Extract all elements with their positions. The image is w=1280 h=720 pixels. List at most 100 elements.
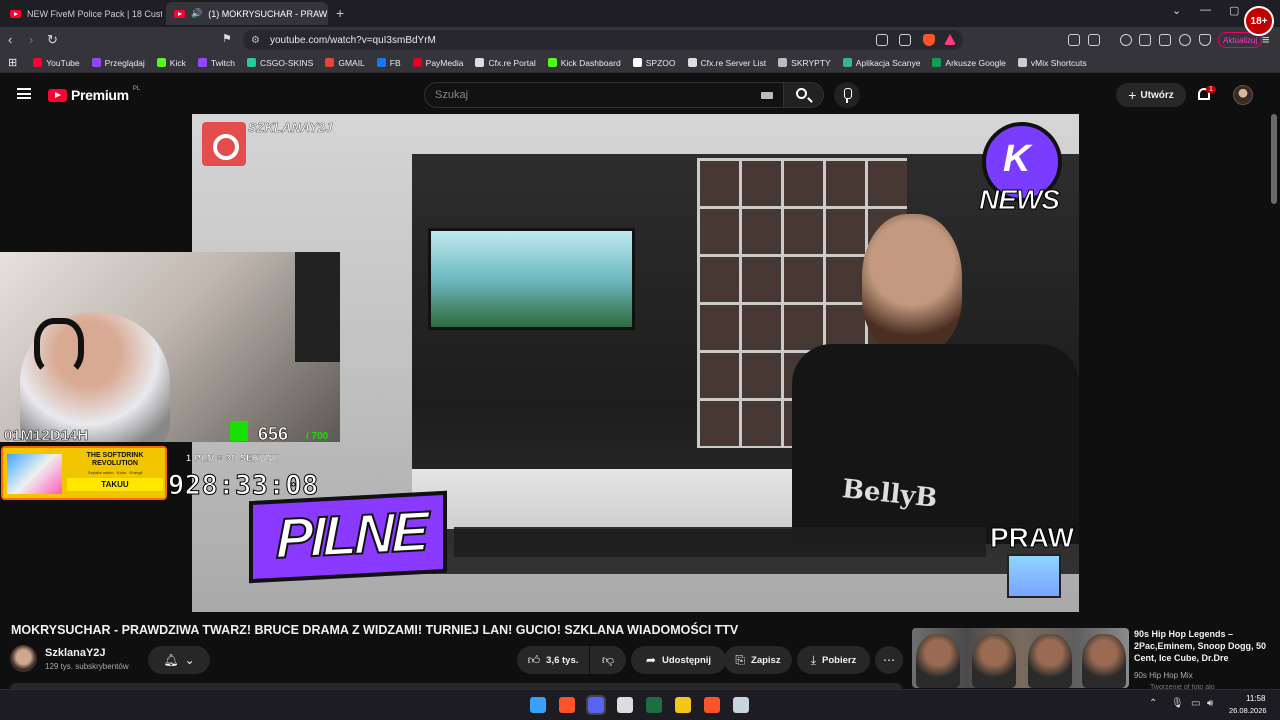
channel-watermark-logo	[202, 122, 246, 166]
bell-icon: 🔔︎	[163, 653, 179, 667]
bookmarks-bar: ⊞ YouTube Przeglądaj Kick Twitch CSGO-SKINS G…	[0, 53, 1280, 73]
apps-grid-icon[interactable]: ⊞	[8, 56, 17, 69]
share-page-icon[interactable]	[899, 34, 911, 46]
bookmark-icon[interactable]: ⚑	[222, 32, 232, 45]
like-button[interactable]: 👍︎ 3,6 tys.	[517, 646, 589, 674]
taskbar-vscode-like-icon[interactable]	[675, 697, 691, 713]
stream-duration-label: 01M12D14H	[4, 427, 89, 445]
bookmark-skrypty[interactable]: SKRYPTY	[778, 58, 831, 68]
bookmark-kick[interactable]: Kick	[156, 57, 186, 68]
download-button[interactable]: ⤓ Pobierz	[797, 646, 870, 674]
windows-taskbar	[0, 689, 1280, 720]
volume-tray-icon[interactable]: 🔊︎	[1207, 698, 1213, 709]
clock-date[interactable]: 26.08.2026	[1229, 706, 1267, 715]
channel-avatar[interactable]	[10, 645, 37, 672]
promo-title: THE SOFTDRINK REVOLUTION	[86, 452, 144, 468]
cast-icon[interactable]	[876, 34, 888, 46]
recommendation-title[interactable]: 90s Hip Hop Legends – 2Pac,Eminem, Snoop…	[1134, 628, 1274, 664]
bookmark-vmix-shortcuts[interactable]: vMix Shortcuts	[1017, 58, 1087, 68]
save-button[interactable]: ⎘ Zapisz	[724, 646, 792, 674]
vpn-icon[interactable]	[1199, 34, 1211, 46]
taskbar-chrome-icon[interactable]	[617, 697, 633, 713]
create-button[interactable]: + Utwórz	[1116, 83, 1186, 107]
keyboard-icon[interactable]	[761, 92, 773, 99]
share-button[interactable]: ➦ Udostępnij	[631, 646, 726, 674]
bookmark-label: Kick	[169, 57, 186, 68]
profile-badge[interactable]: 18+	[1244, 6, 1274, 36]
microphone-tray-icon[interactable]: 🎙︎	[1171, 698, 1184, 709]
browser-tab-strip: NEW FiveM Police Pack | 18 Custom 🔊 (1) …	[0, 0, 1280, 27]
channel-watermark-name: SZKLANAY2J	[248, 120, 333, 136]
bookmark-favicon-icon	[1017, 58, 1027, 67]
taskbar-brave-beta-icon[interactable]	[704, 697, 720, 713]
page-scrollbar[interactable]	[1271, 114, 1277, 204]
like-count: 3,6 tys.	[546, 654, 579, 666]
reload-icon[interactable]: ↻	[47, 32, 58, 48]
bookmark-favicon-icon	[547, 58, 557, 67]
bookmark-favicon-icon	[376, 58, 386, 67]
dislike-button[interactable]: 👎︎	[590, 646, 626, 674]
thumbs-up-icon: 👍︎	[527, 652, 541, 667]
bookmark-label: PayMedia	[425, 57, 464, 68]
url-bar[interactable]: ⚙ youtube.com/watch?v=quI3smBdYrM	[243, 30, 963, 50]
hamburger-menu-icon[interactable]	[17, 88, 31, 99]
bookmark-favicon-icon	[197, 58, 207, 67]
more-actions-button[interactable]: ⋯	[875, 646, 903, 674]
leo-ai-icon[interactable]	[1179, 34, 1191, 46]
logo-text: Premium	[71, 87, 129, 103]
bookmark-aplikacja-scanye[interactable]: Aplikacja Scanye	[842, 58, 920, 68]
taskbar-excel-icon[interactable]	[646, 697, 662, 713]
taskbar-steam-icon[interactable]	[733, 697, 749, 713]
channel-name[interactable]: SzklanaY2J	[45, 647, 106, 659]
sidebar-icon[interactable]	[1139, 34, 1151, 46]
bookmark-twitch[interactable]: Twitch	[197, 58, 235, 68]
media-icon[interactable]	[1120, 34, 1132, 46]
taskbar-windows-start-icon[interactable]	[530, 697, 546, 713]
bookmark-gmail[interactable]: GMAIL	[325, 58, 365, 68]
brave-shield-icon[interactable]	[923, 34, 935, 46]
tray-chevron-icon[interactable]: ⌃	[1149, 698, 1157, 709]
recommendation-thumbnail[interactable]	[912, 628, 1129, 688]
subscriber-count: 129 tys. subskrybentów	[45, 662, 129, 671]
bookmark-youtube[interactable]: YouTube	[33, 58, 80, 68]
pilne-label: PILNE	[275, 498, 427, 571]
bookmark-fb[interactable]: FB	[376, 58, 401, 68]
brave-rewards-icon[interactable]	[944, 34, 956, 45]
share-icon: ➦	[645, 653, 656, 667]
voice-search-button[interactable]	[834, 82, 860, 108]
bookmark-spzoo[interactable]: SPZOO	[632, 58, 676, 68]
search-button[interactable]	[784, 82, 824, 108]
bookmark-label: SKRYPTY	[791, 57, 831, 68]
bookmark-cfx-re-portal[interactable]: Cfx.re Portal	[475, 58, 536, 68]
bookmark-kick-dashboard[interactable]: Kick Dashboard	[547, 58, 621, 68]
bookmark-przeglądaj[interactable]: Przeglądaj	[91, 58, 145, 68]
browser-tab-active[interactable]: 🔊 (1) MOKRYSUCHAR - PRAWD ✕	[166, 2, 328, 25]
donation-rate-label: 1 PLN = 30 SEKUND	[186, 453, 281, 463]
recommendation-channel[interactable]: 90s Hip Hop Mix	[1134, 671, 1193, 680]
bookmark-paymedia[interactable]: PayMedia	[412, 57, 464, 68]
search-input[interactable]: Szukaj	[424, 82, 784, 108]
bookmark-csgo-skins[interactable]: CSGO-SKINS	[246, 58, 313, 68]
bookmark-arkusze-google[interactable]: Arkusze Google	[932, 58, 1006, 68]
tab-groups-icon[interactable]	[1088, 34, 1100, 46]
subscription-bell-button[interactable]: 🔔︎ ⌄	[148, 646, 210, 674]
browser-tab-inactive[interactable]: NEW FiveM Police Pack | 18 Custom	[2, 2, 162, 25]
restore-button[interactable]: ▢	[1229, 4, 1239, 17]
clock-time[interactable]: 11:58	[1246, 694, 1265, 703]
back-icon[interactable]: ‹	[8, 32, 12, 47]
wallet-icon[interactable]	[1159, 34, 1171, 46]
forward-icon[interactable]: ›	[29, 32, 33, 47]
bookmark-cfx-re-server-list[interactable]: Cfx.re Server List	[687, 58, 766, 68]
tab-search-chevron-icon[interactable]: ⌄	[1172, 4, 1181, 17]
account-avatar[interactable]	[1233, 85, 1253, 105]
speaker-icon: 🔊	[191, 8, 203, 18]
extensions-icon[interactable]	[1068, 34, 1080, 46]
promo-subtitle: Szybkie mleko · Kolor · Energii	[87, 470, 143, 475]
site-info-icon[interactable]: ⚙	[251, 35, 260, 46]
minimize-button[interactable]: —	[1200, 4, 1211, 16]
taskbar-discord-icon[interactable]	[586, 695, 606, 715]
youtube-premium-logo[interactable]: Premium PL	[48, 86, 140, 103]
taskbar-brave-icon[interactable]	[559, 697, 575, 713]
display-tray-icon[interactable]: ▭	[1191, 698, 1200, 709]
new-tab-button[interactable]: +	[336, 5, 344, 21]
